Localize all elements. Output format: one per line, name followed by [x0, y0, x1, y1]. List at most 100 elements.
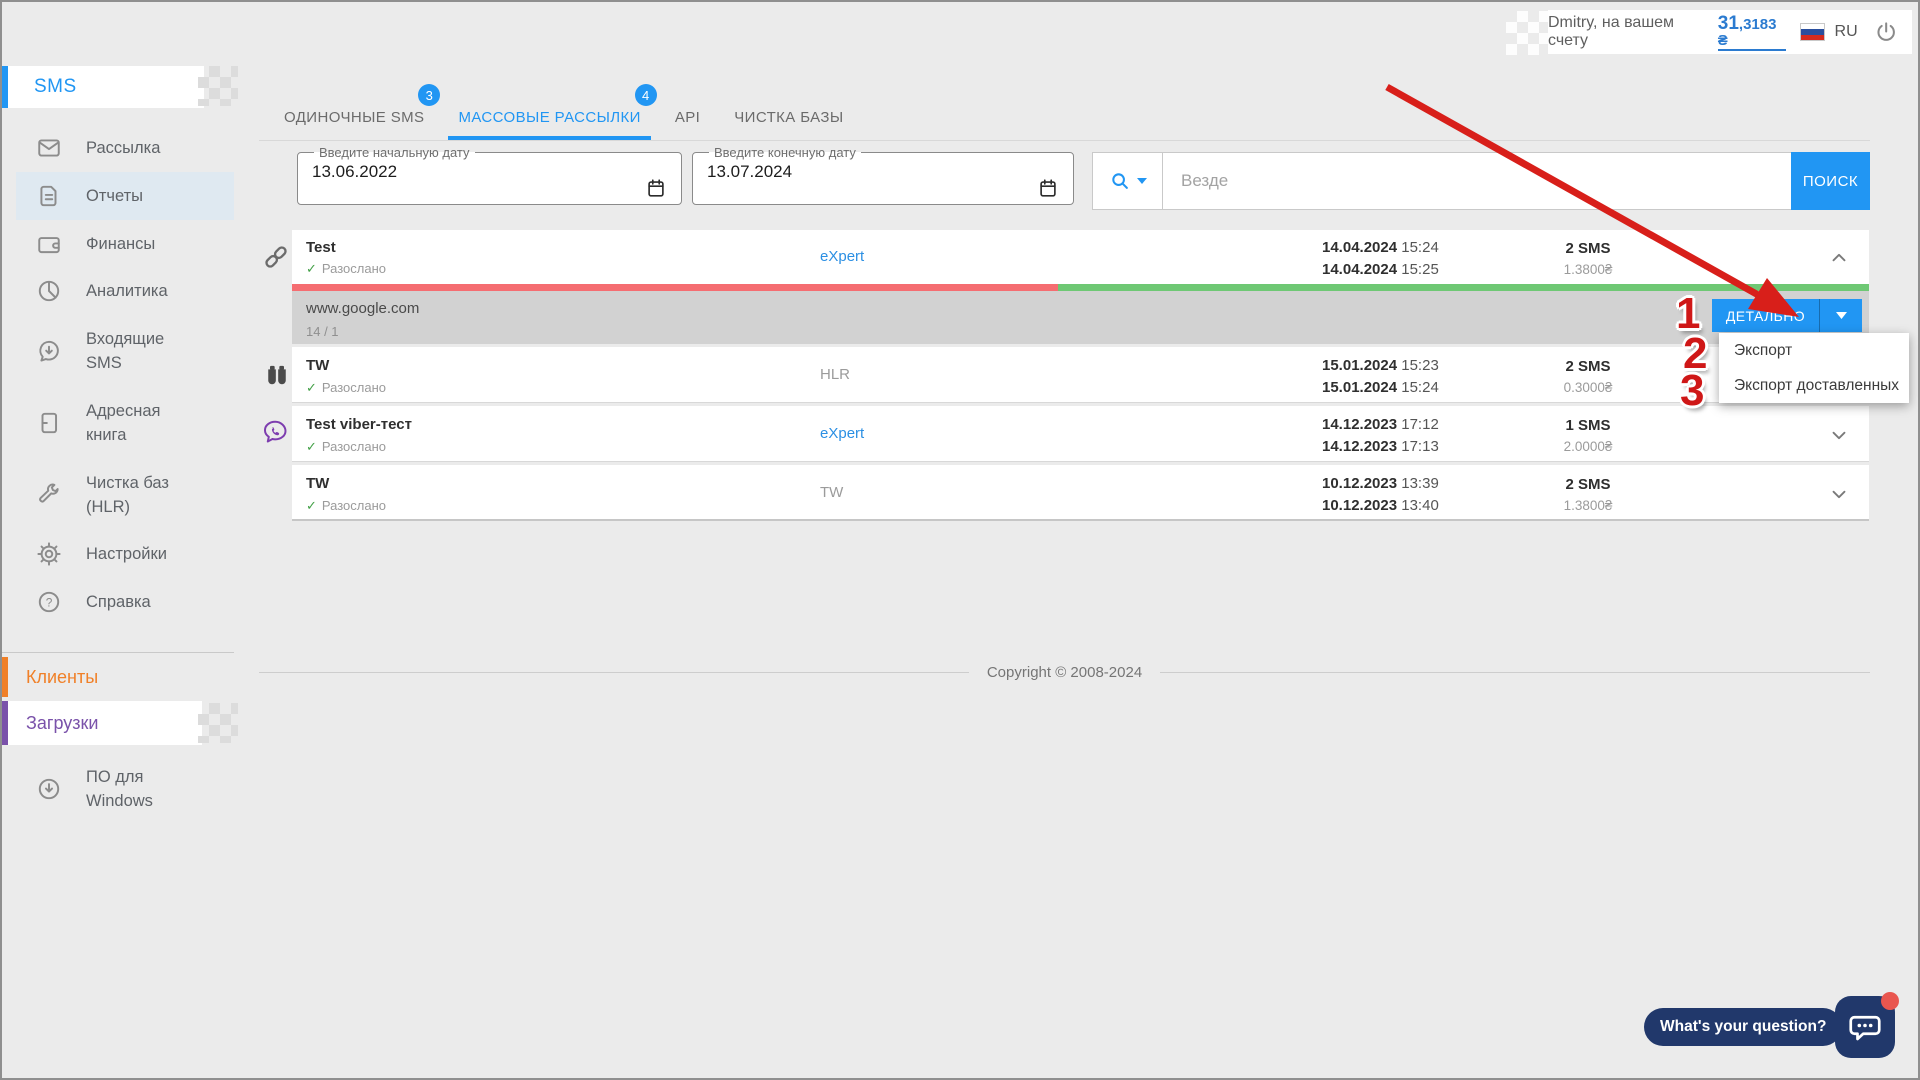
tab-label: МАССОВЫЕ РАССЫЛКИ — [458, 109, 640, 126]
delivery-progress-bar — [292, 284, 1869, 291]
menu-item-export[interactable]: Экспорт — [1719, 333, 1909, 368]
language-label[interactable]: RU — [1835, 23, 1858, 41]
date-start: 10.12.2023 13:39 — [1322, 473, 1439, 495]
pixel-decoration-downloads — [198, 703, 238, 743]
chevron-up-icon[interactable] — [1828, 247, 1850, 269]
campaign-status: ✓Разослано — [306, 380, 386, 396]
export-dropdown-menu: Экспорт Экспорт доставленных — [1719, 333, 1909, 403]
start-date-input[interactable] — [312, 160, 592, 190]
sidebar-item-nastroyki[interactable]: Настройки — [16, 532, 234, 576]
date-start: 14.04.2024 15:24 — [1322, 237, 1439, 259]
sidebar-item-label: Отчеты — [86, 184, 204, 208]
campaign-message-text: www.google.com — [306, 300, 419, 317]
sidebar-item-label: Аналитика — [86, 279, 204, 303]
menu-item-export-delivered[interactable]: Экспорт доставленных — [1719, 368, 1909, 403]
sidebar-item-zagruzki[interactable]: Загрузки — [26, 701, 98, 745]
russian-flag-icon[interactable] — [1800, 23, 1824, 41]
sms-price: 1.3800₴ — [1540, 495, 1636, 516]
wrench-icon — [36, 482, 62, 508]
chat-prompt-bubble[interactable]: What's your question? — [1644, 1008, 1842, 1046]
chat-prompt-text: What's your question? — [1660, 1018, 1826, 1036]
tab-badge: 3 — [418, 84, 440, 106]
sidebar-item-rassylka[interactable]: Рассылка — [16, 126, 234, 170]
sidebar-item-label: Входящие SMS — [86, 327, 204, 375]
expanded-detail-panel: www.google.com 14 / 1 — [292, 291, 1869, 344]
sidebar-item-klienty[interactable]: Клиенты — [26, 657, 98, 697]
start-date-field: Введите начальную дату — [297, 145, 682, 205]
end-date-field: Введите конечную дату — [692, 145, 1074, 205]
pixel-decoration-sidebar-top — [198, 66, 238, 106]
sidebar-item-spravka[interactable]: ? Справка — [16, 580, 234, 624]
sidebar-item-adresnaya-kniga[interactable]: Адресная книга — [16, 392, 234, 454]
calendar-icon[interactable] — [645, 177, 667, 199]
detail-button[interactable]: ДЕТАЛЬНО — [1712, 299, 1862, 332]
search-button[interactable]: ПОИСК — [1791, 152, 1870, 210]
sender-label: HLR — [820, 366, 850, 383]
help-icon: ? — [36, 589, 62, 615]
search-input[interactable] — [1162, 152, 1792, 210]
power-icon[interactable] — [1874, 19, 1898, 45]
date-end: 10.12.2023 13:40 — [1322, 495, 1439, 517]
campaign-title: Test viber-тест — [306, 416, 412, 433]
wallet-icon — [36, 231, 62, 257]
tab-api[interactable]: API — [675, 94, 700, 140]
sidebar-item-label: Настройки — [86, 542, 204, 566]
link-icon — [262, 243, 290, 271]
balance-link[interactable]: 31,3183 ₴ — [1718, 14, 1786, 51]
sidebar-item-chistka-baz[interactable]: Чистка баз (HLR) — [16, 464, 234, 526]
envelope-icon — [36, 135, 62, 161]
campaign-row-test[interactable]: Test ✓Разослано eXpert 14.04.2024 15:24 … — [292, 230, 1869, 344]
search-type-selector[interactable] — [1092, 152, 1163, 210]
date-start: 14.12.2023 17:12 — [1322, 414, 1439, 436]
downloads-accent-bar — [2, 701, 8, 745]
campaign-title: TW — [306, 475, 329, 492]
campaign-row-tw[interactable]: TW ✓Разослано TW 10.12.2023 13:39 10.12.… — [292, 465, 1869, 521]
binoculars-icon — [263, 360, 291, 388]
chevron-down-icon[interactable] — [1828, 483, 1850, 505]
sidebar-title-label: SMS — [34, 76, 77, 98]
sidebar-item-label: Справка — [86, 590, 204, 614]
svg-text:?: ? — [46, 595, 53, 609]
sender-link[interactable]: eXpert — [820, 425, 864, 442]
date-end: 15.01.2024 15:24 — [1322, 377, 1439, 399]
download-icon — [36, 776, 62, 802]
sms-count: 2 SMS — [1540, 238, 1636, 259]
tab-label: API — [675, 109, 700, 126]
campaign-row-tw-hlr[interactable]: TW ✓Разослано HLR 15.01.2024 15:23 15.01… — [292, 347, 1869, 403]
footer-divider-right — [1160, 672, 1870, 673]
chat-launcher-button[interactable] — [1835, 996, 1895, 1058]
user-balance-text: Dmitry, на вашем счету — [1548, 14, 1708, 50]
sms-count-block: 1 SMS 2.0000₴ — [1540, 415, 1636, 457]
tab-badge: 4 — [635, 84, 657, 106]
calendar-icon[interactable] — [1037, 177, 1059, 199]
sidebar-item-finansy[interactable]: Финансы — [16, 222, 234, 266]
chevron-down-icon — [1137, 178, 1147, 184]
chat-notification-dot — [1881, 992, 1899, 1010]
sidebar-item-label: Рассылка — [86, 136, 204, 160]
campaign-status: ✓Разослано — [306, 261, 386, 277]
campaign-dates: 10.12.2023 13:39 10.12.2023 13:40 — [1322, 473, 1439, 517]
sidebar-item-otchety[interactable]: Отчеты — [16, 172, 234, 220]
campaign-row-viber-test[interactable]: Test viber-тест ✓Разослано eXpert 14.12.… — [292, 406, 1869, 462]
report-tabs: ОДИНОЧНЫЕ SMS 3 МАССОВЫЕ РАССЫЛКИ 4 API … — [284, 94, 844, 140]
sender-link[interactable]: eXpert — [820, 248, 864, 265]
campaign-dates: 14.04.2024 15:24 14.04.2024 15:25 — [1322, 237, 1439, 281]
sidebar-item-po-dlya-windows[interactable]: ПО для Windows — [16, 758, 234, 820]
tabs-divider — [259, 140, 1870, 141]
viber-icon — [261, 418, 289, 446]
date-end: 14.12.2023 17:13 — [1322, 436, 1439, 458]
sidebar-item-analitika[interactable]: Аналитика — [16, 269, 234, 313]
tab-chistka-bazy[interactable]: ЧИСТКА БАЗЫ — [734, 94, 843, 140]
sms-count-block: 2 SMS 0.3000₴ — [1540, 356, 1636, 398]
date-start: 15.01.2024 15:23 — [1322, 355, 1439, 377]
tab-massovye-rassylki[interactable]: МАССОВЫЕ РАССЫЛКИ 4 — [458, 94, 640, 140]
chevron-down-icon[interactable] — [1828, 424, 1850, 446]
sidebar-item-vhodyashchie-sms[interactable]: Входящие SMS — [16, 320, 234, 382]
detail-dropdown-toggle[interactable] — [1820, 299, 1862, 332]
campaign-dates: 14.12.2023 17:12 14.12.2023 17:13 — [1322, 414, 1439, 458]
sidebar-item-label: Финансы — [86, 232, 204, 256]
end-date-input[interactable] — [707, 160, 987, 190]
tab-odinochnye-sms[interactable]: ОДИНОЧНЫЕ SMS 3 — [284, 94, 424, 140]
sidebar-divider — [2, 652, 234, 653]
check-icon: ✓ — [306, 261, 317, 276]
